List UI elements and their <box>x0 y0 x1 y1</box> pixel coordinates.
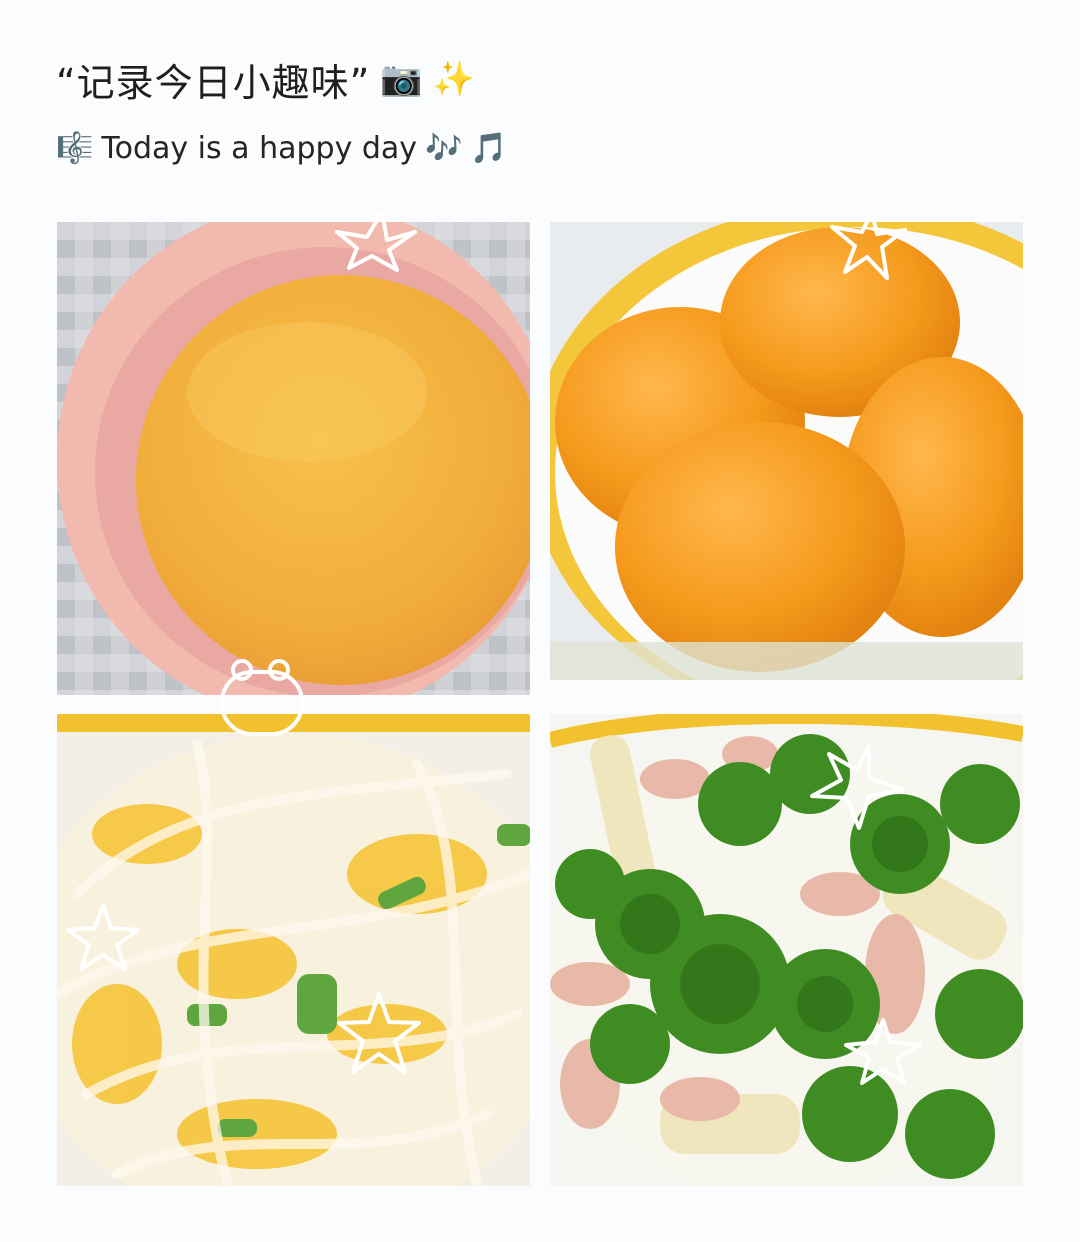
musical-note-icon: 🎵 <box>470 130 508 166</box>
musical-notes-icon: 🎶 <box>425 130 463 166</box>
camera-icon: 📷 <box>380 59 423 99</box>
post-title: “记录今日小趣味” <box>56 60 371 105</box>
egg-cabbage-glass-noodles-photo <box>57 714 530 1186</box>
post-subtitle: Today is a happy day <box>101 130 418 166</box>
title-row: “记录今日小趣味” 📷 ✨ <box>56 52 1036 106</box>
subtitle-row: 🎼 Today is a happy day 🎶 🎵 <box>56 126 1036 170</box>
photo-grid <box>57 212 1023 1186</box>
fried-sweet-potato-balls-photo <box>550 222 1023 680</box>
broccoli-pork-stirfry-photo <box>550 714 1023 1186</box>
sparkles-icon: ✨ <box>432 59 476 99</box>
millet-porridge-photo <box>57 222 530 695</box>
musical-score-icon: 🎼 <box>56 130 94 166</box>
post-header: “记录今日小趣味” 📷 ✨ 🎼 Today is a happy day 🎶 🎵 <box>56 52 1036 170</box>
